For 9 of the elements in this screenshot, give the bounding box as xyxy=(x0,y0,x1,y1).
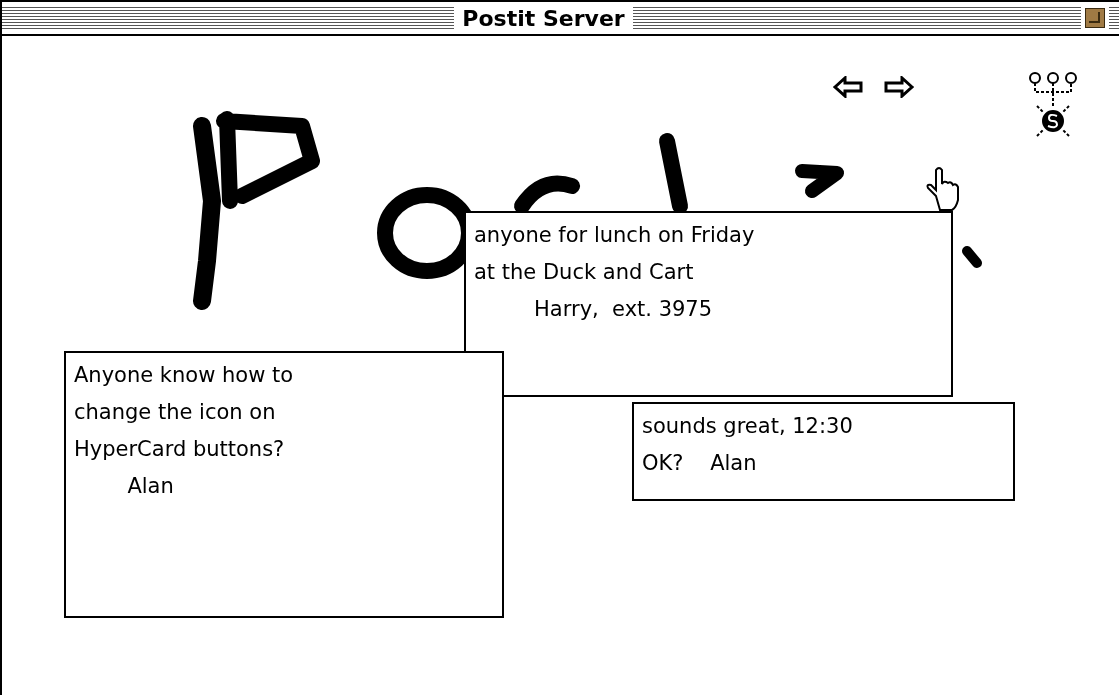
note-text: anyone for lunch on Friday at the Duck and Cart Harry, ext. 3975 xyxy=(474,222,755,323)
note-text: Anyone know how to change the icon on HyperCard buttons? Alan xyxy=(74,362,294,500)
note-card[interactable]: anyone for lunch on Friday at the Duck and Cart Harry, ext. 3975 xyxy=(464,211,953,397)
note-card[interactable]: sounds great, 12:30 OK? Alan xyxy=(632,402,1015,501)
note-card[interactable]: Anyone know how to change the icon on HyperCard buttons? Alan xyxy=(64,351,504,618)
note-text: sounds great, 12:30 OK? Alan xyxy=(642,413,853,477)
forward-arrow-icon[interactable] xyxy=(882,76,914,98)
back-arrow-icon[interactable] xyxy=(833,76,865,98)
window-title: Postit Server xyxy=(454,5,633,31)
